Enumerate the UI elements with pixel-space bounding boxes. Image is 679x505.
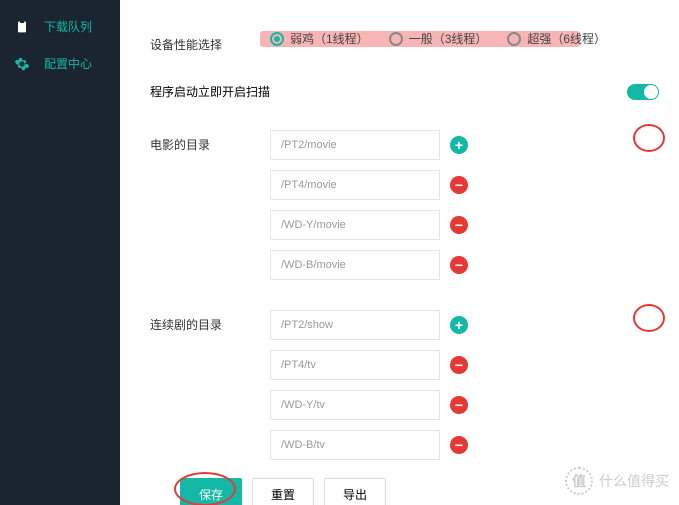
- auto-scan-row: 程序启动立即开启扫描: [150, 83, 659, 100]
- list-item: −: [270, 350, 659, 380]
- auto-scan-toggle[interactable]: [627, 84, 659, 100]
- save-button[interactable]: 保存: [180, 478, 242, 505]
- radio-normal[interactable]: 一般（3线程）: [389, 30, 488, 47]
- performance-row: 设备性能选择 弱鸡（1线程） 一般（3线程） 超强（6线程）: [150, 30, 659, 53]
- minus-icon: −: [455, 178, 463, 192]
- remove-button[interactable]: −: [450, 436, 468, 454]
- radio-strong[interactable]: 超强（6线程）: [507, 30, 606, 47]
- list-item: −: [270, 170, 659, 200]
- sidebar-item-label: 下载队列: [44, 18, 92, 35]
- radio-circle-icon: [507, 32, 521, 46]
- plus-icon: +: [455, 318, 463, 332]
- movie-paths: + − − −: [270, 130, 659, 280]
- minus-icon: −: [455, 438, 463, 452]
- movie-dir-label: 电影的目录: [150, 130, 270, 153]
- sidebar-item-label: 配置中心: [44, 55, 92, 72]
- minus-icon: −: [455, 398, 463, 412]
- plus-icon: +: [455, 138, 463, 152]
- add-button[interactable]: +: [450, 136, 468, 154]
- movie-path-input[interactable]: [270, 210, 440, 240]
- movie-path-input[interactable]: [270, 130, 440, 160]
- radio-label: 弱鸡（1线程）: [290, 30, 369, 47]
- reset-button[interactable]: 重置: [252, 478, 314, 505]
- remove-button[interactable]: −: [450, 396, 468, 414]
- sidebar-item-config[interactable]: 配置中心: [0, 45, 120, 82]
- movie-path-input[interactable]: [270, 170, 440, 200]
- minus-icon: −: [455, 258, 463, 272]
- radio-circle-icon: [270, 32, 284, 46]
- radio-dot-icon: [274, 36, 280, 42]
- series-path-input[interactable]: [270, 350, 440, 380]
- footer-actions: 保存 重置 导出: [180, 478, 679, 505]
- minus-icon: −: [455, 218, 463, 232]
- sidebar: 下载队列 配置中心: [0, 0, 120, 505]
- gear-icon: [14, 56, 30, 72]
- radio-circle-icon: [389, 32, 403, 46]
- series-dir-row: 连续剧的目录 + − − −: [150, 310, 659, 460]
- series-dir-label: 连续剧的目录: [150, 310, 270, 333]
- performance-label: 设备性能选择: [150, 30, 270, 53]
- export-button[interactable]: 导出: [324, 478, 386, 505]
- radio-weak[interactable]: 弱鸡（1线程）: [270, 30, 369, 47]
- performance-radios: 弱鸡（1线程） 一般（3线程） 超强（6线程）: [270, 30, 659, 47]
- remove-button[interactable]: −: [450, 216, 468, 234]
- radio-label: 一般（3线程）: [409, 30, 488, 47]
- list-item: −: [270, 430, 659, 460]
- add-button[interactable]: +: [450, 316, 468, 334]
- list-item: +: [270, 130, 659, 160]
- remove-button[interactable]: −: [450, 176, 468, 194]
- remove-button[interactable]: −: [450, 356, 468, 374]
- clipboard-icon: [14, 19, 30, 35]
- list-item: −: [270, 210, 659, 240]
- auto-scan-label: 程序启动立即开启扫描: [150, 83, 270, 100]
- series-path-input[interactable]: [270, 310, 440, 340]
- movie-dir-row: 电影的目录 + − − −: [150, 130, 659, 280]
- list-item: −: [270, 250, 659, 280]
- series-path-input[interactable]: [270, 390, 440, 420]
- list-item: +: [270, 310, 659, 340]
- main-panel: 设备性能选择 弱鸡（1线程） 一般（3线程） 超强（6线程） 程序启动立即开启扫…: [120, 0, 679, 505]
- radio-label: 超强（6线程）: [527, 30, 606, 47]
- series-paths: + − − −: [270, 310, 659, 460]
- minus-icon: −: [455, 358, 463, 372]
- sidebar-item-download[interactable]: 下载队列: [0, 8, 120, 45]
- series-path-input[interactable]: [270, 430, 440, 460]
- remove-button[interactable]: −: [450, 256, 468, 274]
- list-item: −: [270, 390, 659, 420]
- movie-path-input[interactable]: [270, 250, 440, 280]
